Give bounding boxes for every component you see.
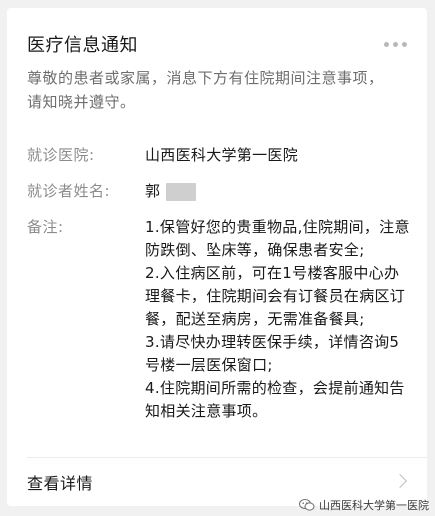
hospital-label: 就诊医院: (27, 146, 95, 164)
note-item: 4.住院期间所需的检查，会提前通知告知相关注意事项。 (145, 379, 405, 420)
note-item: 2.入住病区前，可在1号楼客服中心办理餐卡，住院期间会有订餐员在病区订餐，配送至… (145, 264, 406, 328)
patient-name: 郭 (145, 182, 161, 200)
patient-value-wrap: 郭 (145, 180, 410, 203)
card-title: 医疗信息通知 (27, 35, 138, 56)
hospital-value: 山西医科大学第一医院 (145, 146, 299, 164)
watermark-text: 山西医科大学第一医院 (319, 499, 429, 512)
more-dot (384, 41, 389, 47)
notes-list: 1.保管好您的贵重物品,住院期间，注意防跌倒、坠床等，确保患者安全; 2.入住病… (145, 216, 410, 423)
more-dot (402, 41, 407, 47)
patient-label: 就诊者姓名: (27, 182, 111, 200)
wechat-icon (299, 499, 315, 511)
redacted-name-block (166, 182, 197, 201)
watermark: 山西医科大学第一医院 (299, 497, 429, 513)
more-dot (393, 41, 398, 47)
more-options-icon[interactable] (384, 40, 407, 48)
chevron-right-icon (392, 473, 408, 489)
note-item: 1.保管好您的贵重物品,住院期间，注意防跌倒、坠床等，确保患者安全; (145, 218, 410, 259)
view-details-label: 查看详情 (27, 474, 94, 493)
note-item: 3.请尽快办理转医保手续，详情咨询5号楼一层医保窗口; (145, 333, 400, 374)
intro-text: 尊敬的患者或家属，消息下方有住院期间注意事项，请知晓并遵守。 (27, 69, 384, 111)
notes-label: 备注: (27, 218, 64, 236)
notification-card: 医疗信息通知 尊敬的患者或家属，消息下方有住院期间注意事项，请知晓并遵守。 就诊… (7, 8, 427, 506)
